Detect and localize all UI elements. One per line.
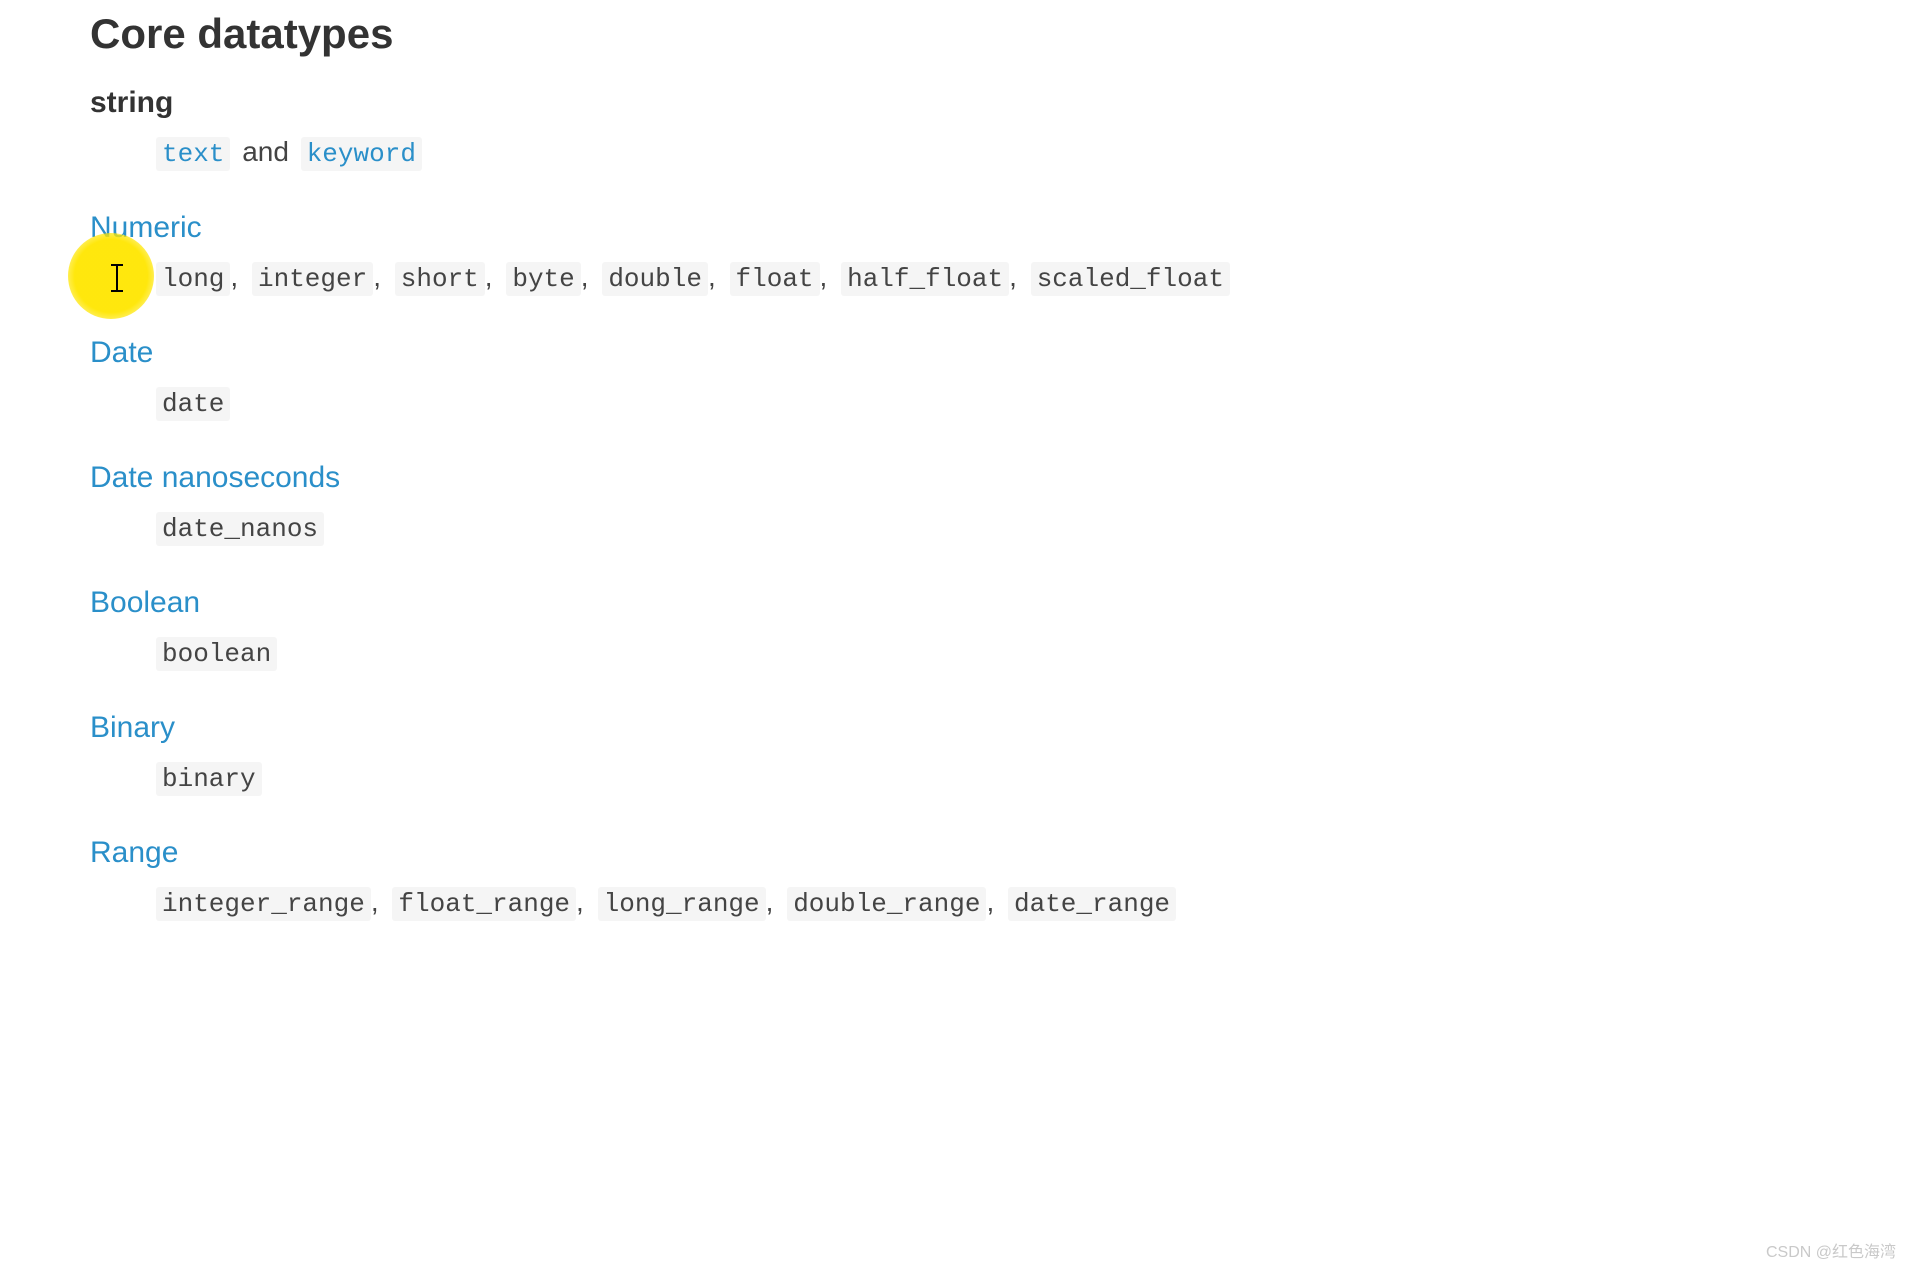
numeric-row: long, integer, short, byte, double, floa… — [90, 261, 1790, 294]
code-double: double — [602, 262, 708, 296]
code-half-float: half_float — [841, 262, 1009, 296]
comma: , — [485, 261, 493, 292]
comma: , — [1009, 261, 1017, 292]
watermark: CSDN @红色海湾 — [1766, 1238, 1896, 1262]
code-float-range: float_range — [392, 887, 576, 921]
section-heading-string: string — [90, 86, 1790, 120]
comma: , — [820, 261, 828, 292]
code-byte: byte — [506, 262, 580, 296]
string-row: text and keyword — [90, 136, 1790, 169]
section-heading-date-nanos[interactable]: Date nanoseconds — [90, 461, 1790, 495]
code-keyword[interactable]: keyword — [301, 137, 422, 171]
page-title: Core datatypes — [90, 10, 1790, 58]
code-binary: binary — [156, 762, 262, 796]
code-long: long — [156, 262, 230, 296]
comma: , — [373, 261, 381, 292]
section-heading-numeric[interactable]: Numeric — [90, 211, 1790, 245]
code-date-nanos: date_nanos — [156, 512, 324, 546]
date-nanos-row: date_nanos — [90, 511, 1790, 544]
boolean-row: boolean — [90, 636, 1790, 669]
comma: , — [986, 886, 994, 917]
code-float: float — [730, 262, 820, 296]
code-text[interactable]: text — [156, 137, 230, 171]
comma: , — [581, 261, 589, 292]
section-heading-boolean[interactable]: Boolean — [90, 586, 1790, 620]
comma: , — [766, 886, 774, 917]
doc-page: Core datatypes string text and keyword N… — [0, 0, 1790, 969]
code-integer-range: integer_range — [156, 887, 371, 921]
code-long-range: long_range — [598, 887, 766, 921]
code-date-range: date_range — [1008, 887, 1176, 921]
code-short: short — [395, 262, 485, 296]
section-heading-binary[interactable]: Binary — [90, 711, 1790, 745]
highlight-circle — [68, 233, 154, 319]
text-cursor-icon — [116, 265, 118, 291]
code-double-range: double_range — [787, 887, 986, 921]
comma: , — [230, 261, 238, 292]
code-scaled-float: scaled_float — [1031, 262, 1230, 296]
binary-row: binary — [90, 761, 1790, 794]
code-boolean: boolean — [156, 637, 277, 671]
comma: , — [371, 886, 379, 917]
comma: , — [576, 886, 584, 917]
section-heading-date[interactable]: Date — [90, 336, 1790, 370]
code-date: date — [156, 387, 230, 421]
date-row: date — [90, 386, 1790, 419]
range-row: integer_range, float_range, long_range, … — [90, 886, 1790, 919]
code-integer: integer — [252, 262, 373, 296]
connector-and: and — [242, 136, 289, 167]
section-heading-range[interactable]: Range — [90, 836, 1790, 870]
comma: , — [708, 261, 716, 292]
